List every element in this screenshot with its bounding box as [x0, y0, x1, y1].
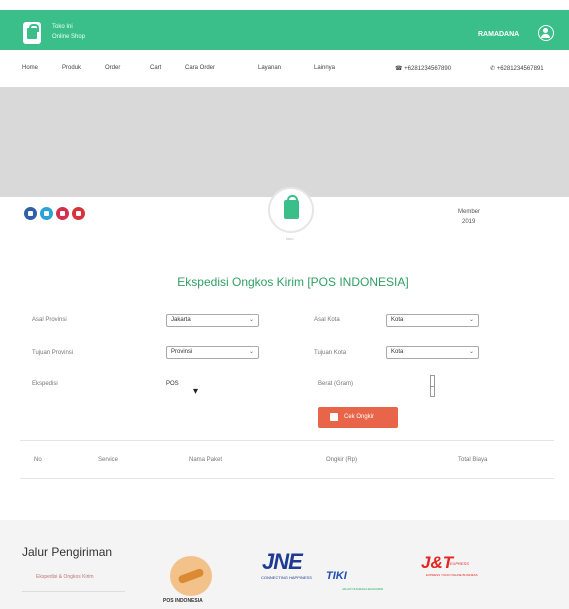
col-total-biaya: Total Biaya [458, 457, 488, 463]
page-title-text: Ekspedisi Ongkos Kirim [POS INDONESIA] [177, 275, 409, 289]
chevron-down-icon: ⌄ [248, 317, 254, 323]
top-header: Toko Ini Online Shop RAMADANA [0, 10, 569, 50]
brand-tagline: Online Shop [52, 34, 86, 40]
shop-bag-icon[interactable] [23, 22, 41, 44]
ekspedisi-value[interactable]: POS [166, 381, 179, 387]
nav-produk[interactable]: Produk [62, 65, 81, 71]
pos-indonesia-logo [170, 556, 212, 596]
jnt-express-label: EXPRESS [450, 561, 469, 566]
tujuan-provinsi-select[interactable]: Provinsi ⌄ [166, 346, 259, 359]
nav-home[interactable]: Home [22, 65, 38, 71]
avatar-caption: toko [286, 236, 294, 241]
chevron-down-icon: ⌄ [248, 349, 254, 355]
tujuan-kota-label: Tujuan Kota [314, 350, 347, 356]
tiki-logo: TIKI [326, 570, 347, 582]
cek-ongkir-label: Cek Ongkir [344, 414, 375, 420]
user-avatar-icon[interactable] [538, 25, 554, 41]
user-name[interactable]: RAMADANA [478, 31, 519, 38]
nav-order[interactable]: Order [105, 65, 120, 71]
main-nav: Home Produk Order Cart Cara Order Layana… [0, 55, 569, 83]
jnt-logo: J&T [421, 553, 454, 572]
nav-layanan[interactable]: Layanan [258, 65, 281, 71]
member-year: 2019 [462, 219, 476, 225]
nav-cart[interactable]: Cart [150, 65, 161, 71]
shop-avatar[interactable] [268, 187, 314, 233]
col-nama-paket: Nama Paket [189, 457, 223, 463]
phone-contact[interactable]: ☎ +6281234567890 [395, 65, 451, 72]
cover-banner [0, 87, 569, 197]
asal-provinsi-value: Jakarta [171, 317, 191, 323]
ekspedisi-link[interactable]: Ekspedisi & Ongkos Kirim [36, 574, 94, 580]
results-divider-bottom [20, 478, 554, 479]
asal-kota-value: Kota [391, 317, 404, 323]
pos-indonesia-label: POS INDONESIA [163, 598, 203, 604]
page-title: Ekspedisi Ongkos Kirim [POS INDONESIA] [0, 275, 569, 289]
asal-provinsi-label: Asal Provinsi [32, 317, 67, 323]
search-icon [330, 413, 338, 421]
berat-label: Berat (Gram) [318, 381, 354, 387]
jalur-pengiriman-title: Jalur Pengiriman [22, 545, 113, 559]
asal-provinsi-select[interactable]: Jakarta ⌄ [166, 314, 259, 327]
footer-underline [22, 591, 125, 592]
col-service: Service [98, 457, 119, 463]
nav-lainnya[interactable]: Lainnya [314, 65, 335, 71]
results-divider-top [20, 440, 554, 441]
tiki-tagline: JALUR NUGRAHA EKAKURIR [342, 587, 384, 591]
shopping-bag-icon [284, 195, 299, 219]
asal-kota-label: Asal Kota [314, 317, 340, 323]
jne-tagline: CONNECTING HAPPINESS [261, 575, 312, 580]
cursor-icon: ▾ [193, 386, 199, 397]
tujuan-provinsi-label: Tujuan Provinsi [32, 350, 74, 356]
tujuan-kota-select[interactable]: Kota ⌄ [386, 346, 479, 359]
chevron-down-icon: ⌄ [468, 317, 474, 323]
youtube-icon[interactable] [72, 207, 85, 220]
whatsapp-contact[interactable]: ✆ +6281234567891 [490, 65, 544, 72]
col-no: No [34, 457, 42, 463]
member-label: Member [458, 209, 481, 215]
instagram-icon[interactable] [56, 207, 69, 220]
nav-cara-order[interactable]: Cara Order [185, 65, 215, 71]
col-ongkir: Ongkir (Rp) [326, 457, 358, 463]
tujuan-provinsi-value: Provinsi [171, 349, 193, 355]
facebook-icon[interactable] [24, 207, 37, 220]
jne-logo: JNE [262, 549, 303, 574]
twitter-icon[interactable] [40, 207, 53, 220]
cek-ongkir-button[interactable]: Cek Ongkir [318, 407, 398, 428]
asal-kota-select[interactable]: Kota ⌄ [386, 314, 479, 327]
ekspedisi-label: Ekspedisi [32, 381, 58, 387]
berat-stepper[interactable] [430, 375, 435, 397]
tujuan-kota-value: Kota [391, 349, 404, 355]
brand-name[interactable]: Toko Ini [52, 24, 73, 30]
jnt-tagline: EXPRESS YOUR ONLINE BUSINESS [426, 573, 478, 577]
chevron-down-icon: ⌄ [468, 349, 474, 355]
